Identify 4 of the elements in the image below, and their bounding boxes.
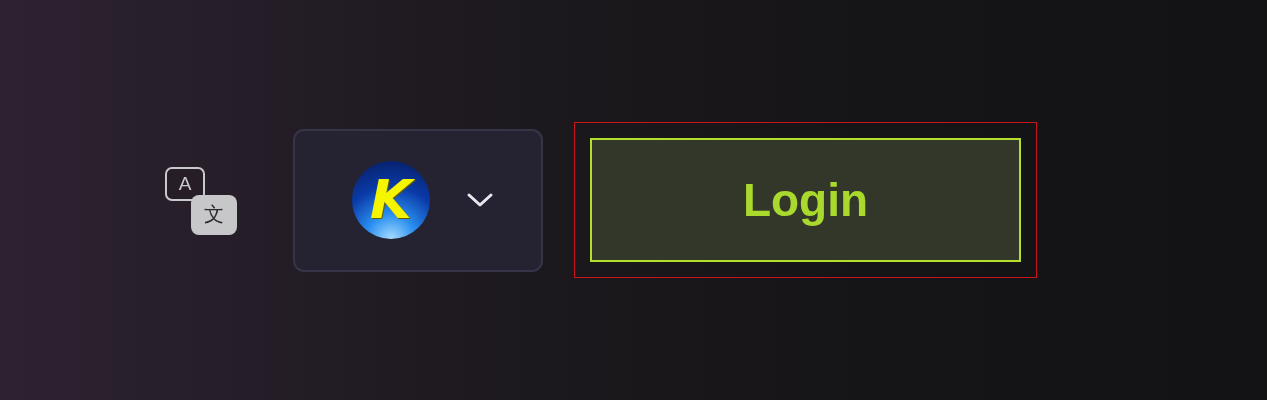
login-button[interactable]: Login <box>590 138 1021 262</box>
account-selector[interactable]: K <box>293 128 543 272</box>
chevron-down-icon <box>466 192 494 208</box>
logo-icon: K <box>352 161 430 239</box>
